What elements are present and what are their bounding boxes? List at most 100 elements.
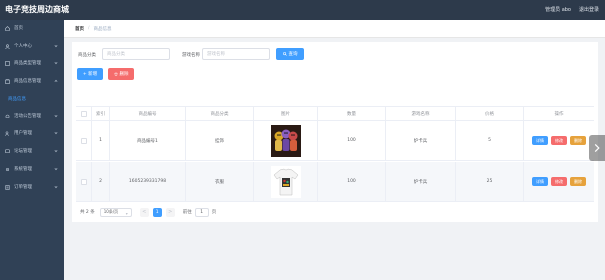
sidebar-item-forum[interactable]: 论坛管理 bbox=[0, 145, 64, 157]
batch-delete-button[interactable]: 删除 bbox=[108, 68, 134, 80]
search-button[interactable]: 查询 bbox=[276, 48, 304, 60]
row-select[interactable] bbox=[76, 121, 92, 160]
app-title: 电子竞技周边商城 bbox=[5, 5, 69, 14]
header-quantity: 数量 bbox=[318, 107, 386, 120]
header-ops: 操作 bbox=[554, 111, 564, 117]
goto-label: 前往 bbox=[182, 210, 192, 215]
sidebar-item-goods-type[interactable]: 商品类型管理 bbox=[0, 57, 64, 69]
chevron-right-icon bbox=[594, 143, 600, 153]
delete-button[interactable]: 删除 bbox=[570, 177, 586, 186]
breadcrumb-separator: / bbox=[88, 26, 90, 31]
sidebar-item-users[interactable]: 用户管理 bbox=[0, 127, 64, 139]
sidebar-item-label: 商品信息管理 bbox=[14, 79, 41, 84]
cell-image bbox=[254, 121, 318, 160]
page-size-select[interactable]: 10条/页 ▾ bbox=[99, 207, 132, 217]
delete-label: 删除 bbox=[574, 178, 582, 184]
cell-code: 商品编号1 bbox=[110, 121, 186, 160]
edit-button[interactable]: 修改 bbox=[551, 177, 567, 186]
chevron-up-icon bbox=[54, 79, 58, 82]
cell-game: 炉卡兵 bbox=[386, 121, 456, 160]
page-size-value: 10条/页 bbox=[103, 209, 119, 214]
delete-label: 删除 bbox=[574, 137, 582, 143]
detail-label: 详情 bbox=[536, 137, 544, 143]
header-image: 图片 bbox=[254, 107, 318, 120]
cell-index: 1 bbox=[92, 121, 110, 160]
row-checkbox[interactable] bbox=[80, 137, 87, 144]
detail-button[interactable]: 详情 bbox=[532, 177, 548, 186]
page-jump-input[interactable]: 1 bbox=[194, 207, 209, 217]
sidebar-item-label: 用户管理 bbox=[14, 131, 32, 136]
sidebar-item-label: 系统管理 bbox=[14, 167, 32, 172]
table-row: 2 1605239331798 衣服 100 炉卡兵 25 详情 修改 删除 bbox=[76, 162, 594, 202]
chevron-down-icon bbox=[54, 132, 58, 135]
order-icon bbox=[4, 184, 10, 190]
search-button-label: 查询 bbox=[288, 52, 298, 57]
pagination: 共 2 条 10条/页 ▾ < 1 > 前往 1 页 bbox=[80, 207, 216, 217]
next-page-glyph: > bbox=[168, 209, 173, 215]
batch-delete-label: 删除 bbox=[119, 72, 129, 77]
prev-page-button[interactable]: < bbox=[139, 207, 149, 217]
sidebar-item-label: 商品类型管理 bbox=[14, 61, 41, 66]
delete-button[interactable]: 删除 bbox=[570, 136, 586, 145]
users-icon bbox=[4, 130, 10, 136]
search-icon bbox=[282, 52, 287, 56]
next-page-button[interactable]: > bbox=[165, 207, 175, 217]
game-name-input[interactable] bbox=[202, 48, 270, 60]
detail-button[interactable]: 详情 bbox=[532, 136, 548, 145]
header-code: 商品编号 bbox=[110, 107, 186, 120]
table-row: 1 商品编号1 挂饰 100 炉卡兵 5 详情 修改 删除 bbox=[76, 121, 594, 161]
pagination-total: 共 2 条 bbox=[80, 210, 95, 215]
add-button-label: + 新增 bbox=[82, 72, 98, 77]
page-number-current[interactable]: 1 bbox=[152, 207, 162, 217]
trash-icon bbox=[114, 72, 117, 76]
sidebar-item-system[interactable]: 系统管理 bbox=[0, 163, 64, 175]
sidebar-item-label: 首页 bbox=[14, 26, 23, 31]
prev-page-glyph: < bbox=[142, 209, 147, 215]
content-panel: 商品分类 游戏名称 查询 + 新增 删除 索引 商品编号 商品分类 图片 数量 … bbox=[72, 42, 598, 222]
sidebar-item-goods-info[interactable]: 商品信息管理 bbox=[0, 75, 64, 87]
plush-toys-image bbox=[270, 124, 301, 157]
header-category: 商品分类 bbox=[186, 107, 254, 120]
edit-label: 修改 bbox=[555, 178, 563, 184]
cell-price: 25 bbox=[456, 162, 524, 201]
cell-ops: 详情 修改 删除 bbox=[524, 162, 594, 201]
sidebar-item-label: 订单管理 bbox=[14, 185, 32, 190]
sidebar-item-home[interactable]: 首页 bbox=[0, 22, 64, 34]
sidebar-item-goods-info-sub[interactable]: 商品信息 bbox=[0, 93, 64, 105]
sidebar-item-label: 活动公告管理 bbox=[14, 114, 41, 119]
list-icon bbox=[4, 60, 10, 66]
header-index: 索引 bbox=[92, 107, 110, 120]
header-game: 游戏名称 bbox=[386, 107, 456, 120]
cell-ops: 详情 修改 删除 bbox=[524, 121, 594, 160]
forum-icon bbox=[4, 148, 10, 154]
chevron-down-icon bbox=[54, 62, 58, 65]
cell-image bbox=[254, 162, 318, 201]
sidebar-item-notice[interactable]: 活动公告管理 bbox=[0, 110, 64, 122]
sidebar-item-profile[interactable]: 个人中心 bbox=[0, 40, 64, 52]
category-label: 商品分类 bbox=[78, 53, 96, 58]
select-all-checkbox[interactable] bbox=[80, 110, 87, 117]
cell-price: 5 bbox=[456, 121, 524, 160]
main-content: 首页 / 商品信息 商品分类 游戏名称 查询 + 新增 删除 索引 商品编号 商… bbox=[64, 20, 605, 280]
header-select-all[interactable] bbox=[76, 107, 92, 120]
home-icon bbox=[4, 25, 10, 31]
tshirt-image bbox=[270, 165, 301, 198]
game-name-label: 游戏名称 bbox=[182, 53, 200, 58]
cell-code: 1605239331798 bbox=[110, 162, 186, 201]
edit-button[interactable]: 修改 bbox=[551, 136, 567, 145]
add-button[interactable]: + 新增 bbox=[77, 68, 103, 80]
logout-link[interactable]: 退出登录 bbox=[579, 6, 599, 13]
cell-game: 炉卡兵 bbox=[386, 162, 456, 201]
row-checkbox[interactable] bbox=[80, 178, 87, 185]
breadcrumb: 首页 / 商品信息 bbox=[64, 20, 605, 38]
notice-icon bbox=[4, 113, 10, 119]
cell-index: 2 bbox=[92, 162, 110, 201]
goods-icon bbox=[4, 78, 10, 84]
table-header: 索引 商品编号 商品分类 图片 数量 游戏名称 价格 操作 bbox=[76, 107, 594, 121]
sidebar-item-orders[interactable]: 订单管理 bbox=[0, 181, 64, 193]
breadcrumb-home[interactable]: 首页 bbox=[75, 26, 84, 32]
next-slide-arrow[interactable] bbox=[589, 135, 605, 161]
category-input[interactable] bbox=[102, 48, 170, 60]
row-select[interactable] bbox=[76, 162, 92, 201]
chevron-down-icon: ▾ bbox=[125, 210, 128, 216]
